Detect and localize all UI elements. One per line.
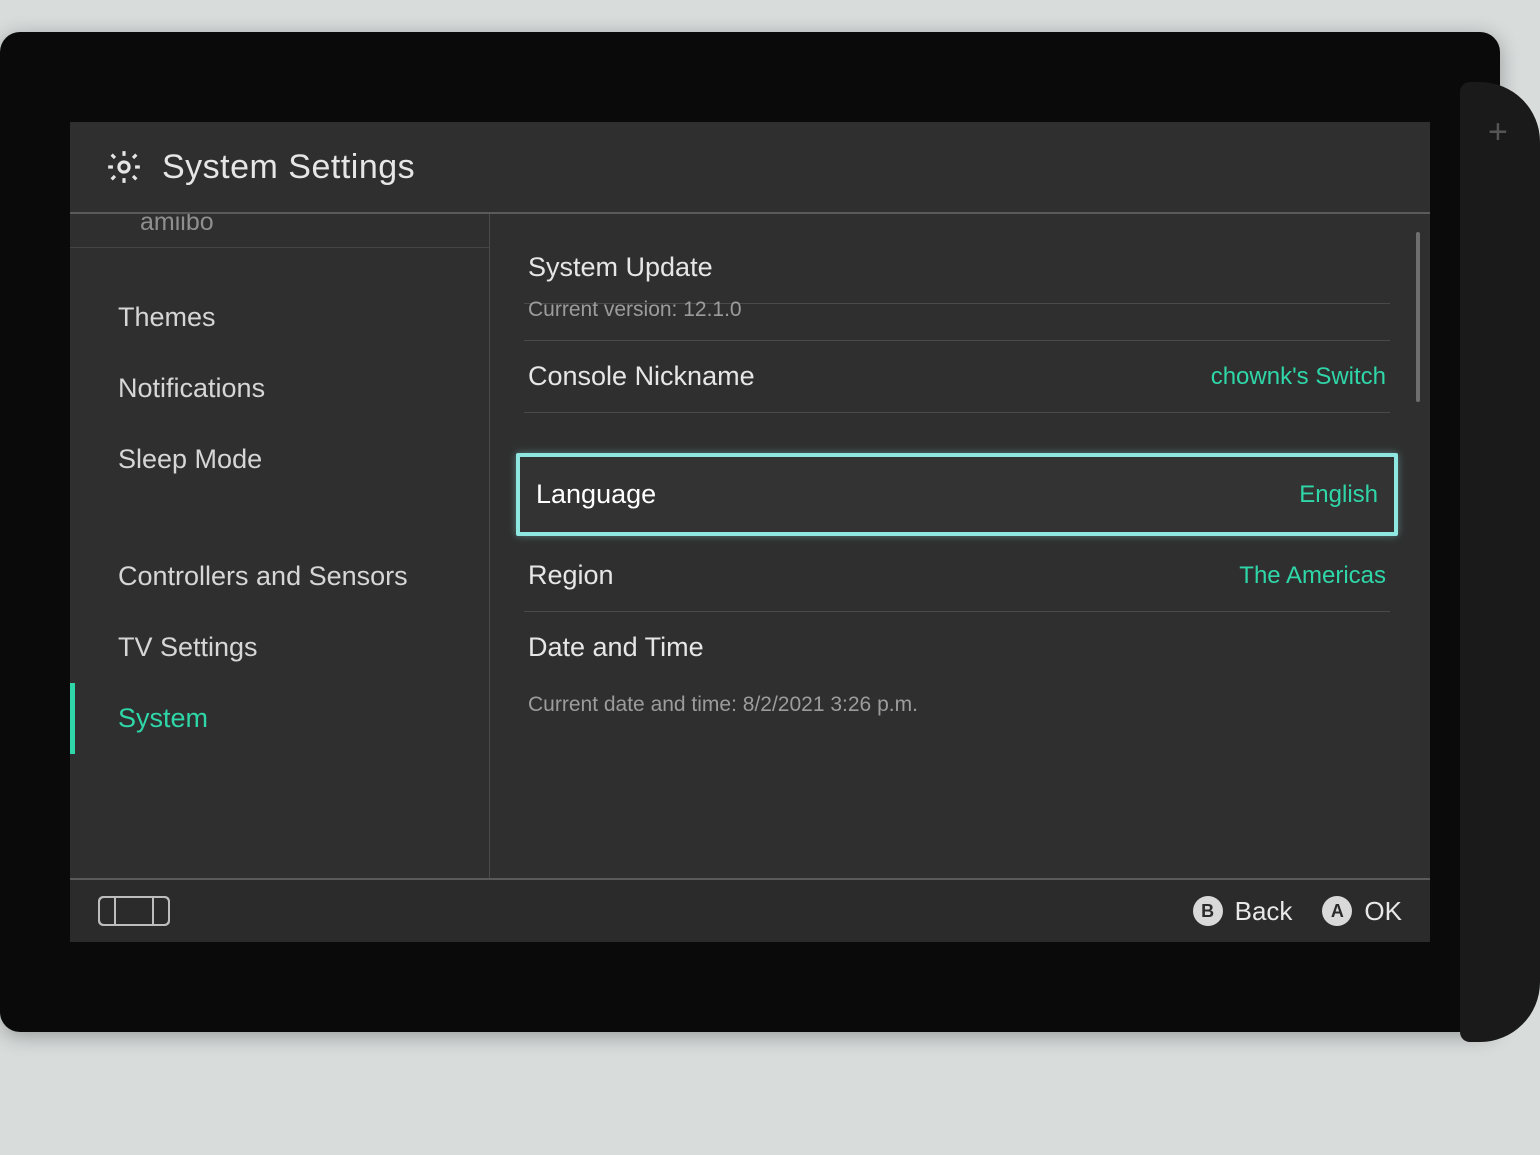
sidebar-item-tv-settings[interactable]: TV Settings: [70, 612, 489, 683]
sidebar-item-label: Notifications: [118, 373, 265, 403]
row-label: Console Nickname: [528, 361, 755, 392]
row-date-time[interactable]: Date and Time: [524, 612, 1390, 683]
footer: B Back A OK: [70, 878, 1430, 942]
sidebar-item-label: Themes: [118, 302, 216, 332]
sidebar-item-label: Sleep Mode: [118, 444, 262, 474]
sidebar-item-label: TV Settings: [118, 632, 258, 662]
sidebar-item-controllers-sensors[interactable]: Controllers and Sensors: [70, 541, 489, 612]
row-value: The Americas: [1239, 562, 1386, 590]
sidebar-item-themes[interactable]: Themes: [70, 282, 489, 353]
system-update-version: Current version: 12.1.0: [524, 298, 1390, 341]
row-value: chownk's Switch: [1211, 363, 1386, 391]
sidebar-item-label: Controllers and Sensors: [118, 561, 408, 591]
hint-back: B Back: [1193, 896, 1293, 927]
row-system-update[interactable]: System Update: [524, 232, 1390, 304]
row-label: Language: [536, 479, 656, 510]
sidebar-item-sleep-mode[interactable]: Sleep Mode: [70, 424, 489, 495]
row-label: Date and Time: [528, 632, 704, 663]
sidebar: amiibo Themes Notifications Sleep Mode C…: [70, 214, 490, 878]
sidebar-item-notifications[interactable]: Notifications: [70, 353, 489, 424]
controller-status-icon[interactable]: [98, 896, 170, 926]
a-button-icon: A: [1322, 896, 1352, 926]
row-region[interactable]: Region The Americas: [524, 540, 1390, 612]
hint-ok: A OK: [1322, 896, 1402, 927]
scrollbar[interactable]: [1416, 232, 1420, 402]
settings-screen: System Settings amiibo Themes Notificati…: [70, 122, 1430, 942]
gear-icon: [104, 147, 144, 187]
sidebar-item-amiibo-cut[interactable]: amiibo: [70, 214, 489, 248]
row-value: English: [1299, 481, 1378, 509]
header: System Settings: [70, 122, 1430, 214]
hint-label: OK: [1364, 896, 1402, 927]
row-label: Region: [528, 560, 614, 591]
b-button-icon: B: [1193, 896, 1223, 926]
row-language[interactable]: Language English: [516, 453, 1398, 536]
sidebar-item-system[interactable]: System: [70, 683, 489, 754]
sidebar-item-label: System: [118, 703, 208, 733]
page-title: System Settings: [162, 148, 415, 187]
date-time-current: Current date and time: 8/2/2021 3:26 p.m…: [524, 683, 1390, 717]
hint-label: Back: [1235, 896, 1293, 927]
content-panel: System Update Current version: 12.1.0 Co…: [490, 214, 1430, 878]
row-label: System Update: [528, 252, 713, 283]
row-console-nickname[interactable]: Console Nickname chownk's Switch: [524, 341, 1390, 413]
